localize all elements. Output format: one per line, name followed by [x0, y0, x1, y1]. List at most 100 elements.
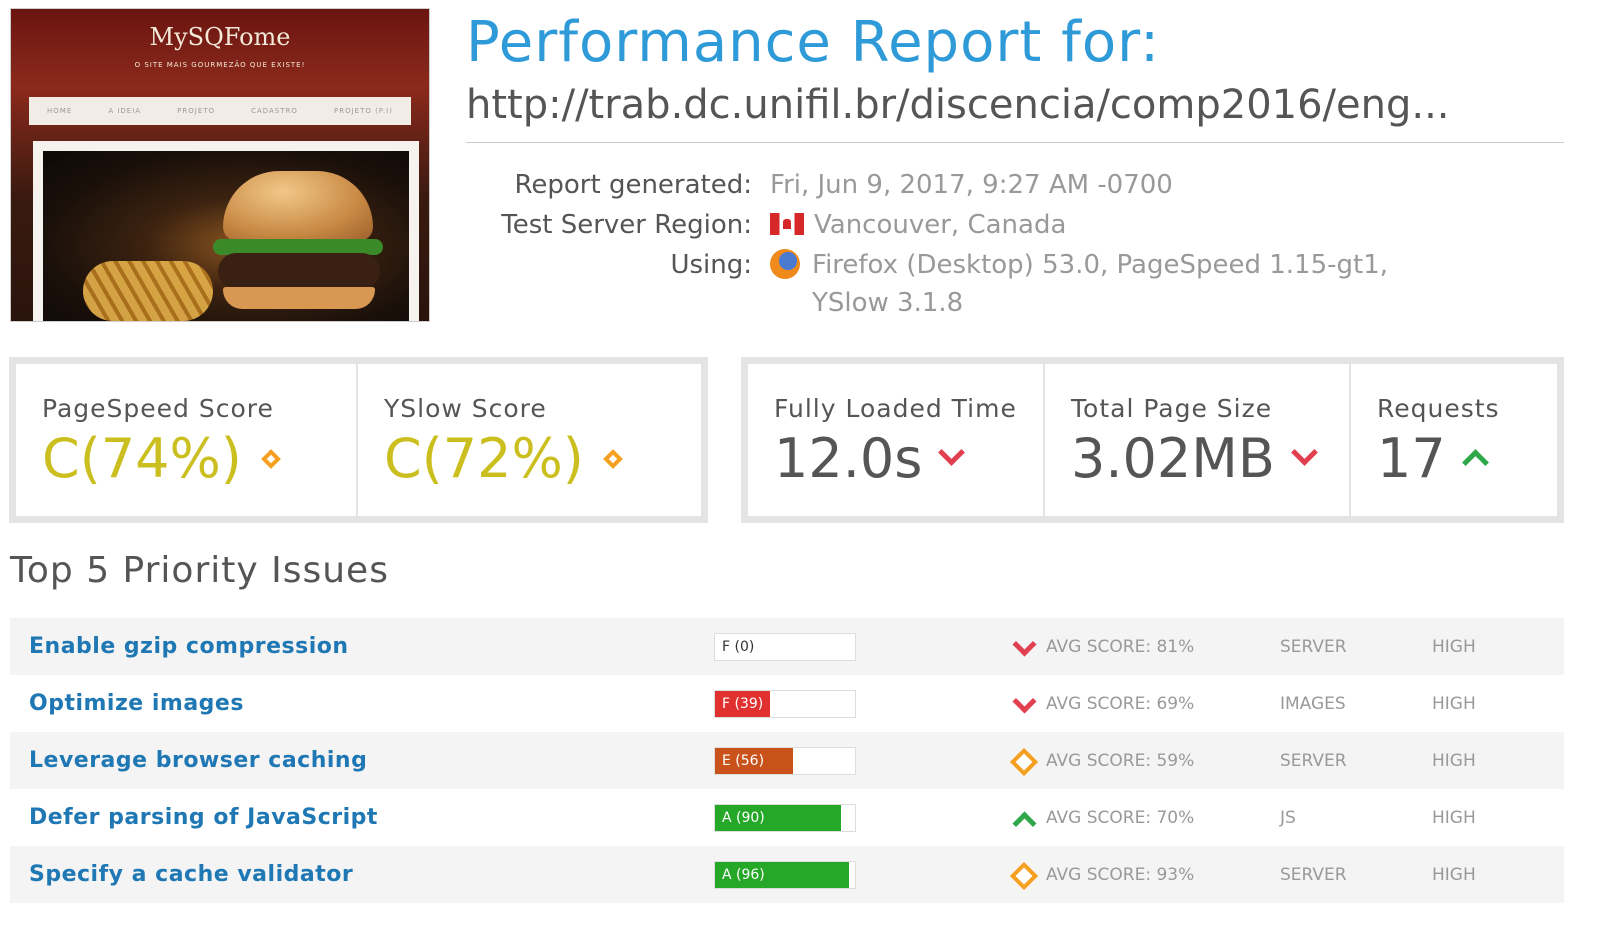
site-screenshot-thumbnail: MySQFome O SITE MAIS GOURMEZÃO QUE EXIST… [10, 8, 430, 322]
fully-loaded-value: 12.0s [774, 427, 923, 490]
issue-priority: HIGH [1432, 693, 1476, 714]
issue-row[interactable]: Leverage browser caching E (56) AVG SCORE:… [10, 732, 1564, 789]
pagespeed-score-label: PageSpeed Score [42, 394, 274, 423]
report-meta: Report generated: Fri, Jun 9, 2017, 9:27… [466, 166, 1566, 332]
thumbnail-nav-item: HOME [47, 107, 73, 115]
neutral-diamond-icon [602, 448, 623, 469]
thumbnail-nav: HOME A IDEIA PROJETO CADASTRO PROJETO (P… [29, 97, 411, 125]
chevron-down-icon [1293, 443, 1313, 463]
issue-name-link[interactable]: Defer parsing of JavaScript [10, 805, 696, 830]
issue-type: SERVER [1280, 750, 1347, 771]
meta-row-region: Test Server Region: Vancouver, Canada [466, 206, 1566, 244]
issue-type: IMAGES [1280, 693, 1346, 714]
requests-value-wrap: 17 [1377, 427, 1533, 490]
issue-avg-score: AVG SCORE: 93% [1046, 864, 1195, 885]
grades-card: PageSpeed Score C (74%) YSlow Score C (7… [9, 357, 708, 523]
fully-loaded-value-wrap: 12.0s [774, 427, 1019, 490]
requests-value: 17 [1377, 427, 1446, 490]
issue-grade-text: F (0) [722, 638, 755, 655]
issue-grade-text: A (96) [722, 866, 765, 883]
pagespeed-grade-pct: (74%) [79, 427, 242, 490]
yslow-score-label: YSlow Score [384, 394, 547, 423]
fully-loaded-label: Fully Loaded Time [774, 394, 1017, 423]
meta-using-value-line1: Firefox (Desktop) 53.0, PageSpeed 1.15-g… [812, 250, 1388, 280]
issue-avg-score: AVG SCORE: 59% [1046, 750, 1195, 771]
neutral-diamond-icon [1010, 862, 1036, 888]
issue-grade-bar: F (39) [714, 689, 856, 718]
chevron-down-icon [1010, 691, 1036, 717]
meta-region-label: Test Server Region: [501, 210, 752, 240]
thumbnail-brand: MySQFome [149, 23, 291, 51]
thumbnail-tagline: O SITE MAIS GOURMEZÃO QUE EXISTE! [134, 61, 306, 69]
chevron-up-icon [1464, 453, 1484, 473]
issue-name-link[interactable]: Optimize images [10, 691, 696, 716]
issue-name-link[interactable]: Enable gzip compression [10, 634, 696, 659]
requests-label: Requests [1377, 394, 1500, 423]
meta-using-value-wrap: Firefox (Desktop) 53.0, PageSpeed 1.15-g… [770, 246, 1566, 322]
thumbnail-nav-item: CADASTRO [251, 107, 298, 115]
issue-name-link[interactable]: Specify a cache validator [10, 862, 696, 887]
burger-bun-bottom [223, 287, 375, 309]
thumbnail-nav-item: PROJETO [177, 107, 216, 115]
fries-shape [83, 261, 213, 321]
issue-priority: HIGH [1432, 750, 1476, 771]
pagespeed-grade-letter: C [42, 427, 80, 490]
issue-type: SERVER [1280, 636, 1347, 657]
issue-name-link[interactable]: Leverage browser caching [10, 748, 696, 773]
chevron-up-icon [1010, 805, 1036, 831]
priority-issues-list: Enable gzip compression F (0) AVG SCORE: 8… [10, 618, 1564, 903]
fully-loaded-cell: Fully Loaded Time 12.0s [748, 364, 1045, 516]
meta-generated-label: Report generated: [514, 170, 752, 200]
thumbnail-nav-item: A IDEIA [108, 107, 142, 115]
priority-issues-title: Top 5 Priority Issues [10, 550, 389, 591]
issue-grade-text: F (39) [722, 695, 764, 712]
issue-priority: HIGH [1432, 807, 1476, 828]
issue-row[interactable]: Specify a cache validator A (96) AVG SCORE… [10, 846, 1564, 903]
burger-photo [43, 151, 409, 321]
issue-priority: HIGH [1432, 636, 1476, 657]
yslow-score-value: C (72%) [384, 427, 677, 490]
meta-row-using: Using: Firefox (Desktop) 53.0, PageSpeed… [466, 246, 1566, 322]
issue-type: SERVER [1280, 864, 1347, 885]
issue-row[interactable]: Enable gzip compression F (0) AVG SCORE: 8… [10, 618, 1564, 675]
issue-grade-bar: F (0) [714, 632, 856, 661]
chevron-down-icon [940, 443, 960, 463]
burger-bun-top [223, 171, 373, 241]
issue-grade-bar: E (56) [714, 746, 856, 775]
canada-flag-icon [770, 213, 804, 235]
issue-grade-text: A (90) [722, 809, 765, 826]
issue-grade-text: E (56) [722, 752, 765, 769]
issue-avg-score: AVG SCORE: 70% [1046, 807, 1195, 828]
issue-grade-bar: A (96) [714, 860, 856, 889]
page-size-value-wrap: 3.02MB [1071, 427, 1325, 490]
pagespeed-score-value: C (74%) [42, 427, 332, 490]
yslow-grade-pct: (72%) [421, 427, 584, 490]
thumbnail-hero-frame [33, 141, 419, 321]
yslow-grade-letter: C [384, 427, 422, 490]
issue-priority: HIGH [1432, 864, 1476, 885]
issue-avg-score: AVG SCORE: 81% [1046, 636, 1195, 657]
yslow-score-cell: YSlow Score C (72%) [358, 364, 701, 516]
issue-row[interactable]: Defer parsing of JavaScript A (90) AVG SCO… [10, 789, 1564, 846]
neutral-diamond-icon [1010, 748, 1036, 774]
header-divider [466, 142, 1564, 143]
meta-region-value-wrap: Vancouver, Canada [770, 206, 1566, 244]
meta-row-generated: Report generated: Fri, Jun 9, 2017, 9:27… [466, 166, 1566, 204]
requests-cell: Requests 17 [1351, 364, 1557, 516]
meta-using-label: Using: [670, 250, 752, 280]
report-title: Performance Report for: [466, 10, 1160, 75]
firefox-icon [770, 249, 800, 279]
neutral-diamond-icon [260, 448, 281, 469]
meta-region-value: Vancouver, Canada [814, 210, 1067, 240]
meta-generated-value: Fri, Jun 9, 2017, 9:27 AM -0700 [770, 170, 1173, 200]
page-size-cell: Total Page Size 3.02MB [1045, 364, 1351, 516]
issue-avg-score: AVG SCORE: 69% [1046, 693, 1195, 714]
issue-row[interactable]: Optimize images F (39) AVG SCORE: 69% IMAGE… [10, 675, 1564, 732]
issue-grade-bar: A (90) [714, 803, 856, 832]
pagespeed-score-cell: PageSpeed Score C (74%) [16, 364, 358, 516]
chevron-down-icon [1010, 634, 1036, 660]
page-size-value: 3.02MB [1071, 427, 1275, 490]
thumbnail-nav-item: PROJETO (P.I) [333, 107, 393, 115]
meta-using-value-line2: YSlow 3.1.8 [812, 288, 964, 318]
report-url-link[interactable]: http://trab.dc.unifil.br/discencia/comp2… [466, 82, 1564, 128]
